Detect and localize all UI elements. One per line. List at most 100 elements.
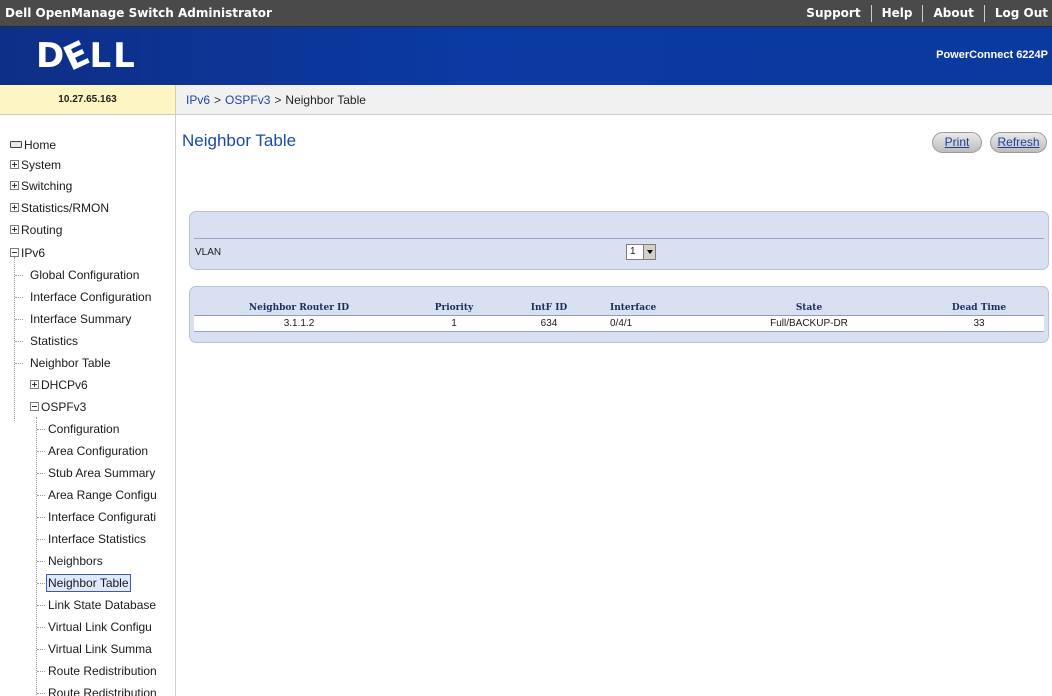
sidebar-item-neighbors[interactable]: Neighbors — [48, 551, 103, 571]
tree-line — [37, 517, 45, 518]
cell-priority: 1 — [404, 315, 504, 332]
tree-line — [37, 473, 45, 474]
sidebar-item-ipv6[interactable]: IPv6 — [10, 243, 45, 263]
sidebar-item-neighbor-table[interactable]: Neighbor Table — [30, 353, 111, 373]
sidebar-item-home[interactable]: Home — [10, 135, 56, 155]
top-links: Support Help About Log Out — [796, 0, 1052, 26]
sidebar-item-interface-configuration[interactable]: Interface Configuration — [30, 287, 151, 307]
collapse-icon[interactable] — [10, 248, 19, 258]
cell-neighbor-router-id: 3.1.1.2 — [194, 315, 404, 332]
sidebar-item-route-redistribution-summary[interactable]: Route Redistribution — [48, 683, 157, 696]
sidebar-item-label: Interface Statistics — [48, 532, 147, 546]
tree-line — [15, 319, 23, 320]
tree-line — [15, 275, 23, 276]
sidebar-item-dhcpv6[interactable]: DHCPv6 — [30, 375, 88, 395]
sidebar-item-interface-summary[interactable]: Interface Summary — [30, 309, 131, 329]
sidebar-item-label: Area Range Configu — [48, 488, 157, 502]
sidebar-item-label: Stub Area Summary — [48, 466, 156, 480]
sidebar-item-virtual-link-summary[interactable]: Virtual Link Summa — [48, 639, 152, 659]
print-button[interactable]: Print — [932, 132, 982, 153]
table-header-row: Neighbor Router ID Priority IntF ID Inte… — [194, 301, 1044, 316]
neighbor-table: Neighbor Router ID Priority IntF ID Inte… — [194, 301, 1044, 332]
sidebar-item-label: Neighbor Table — [46, 574, 131, 592]
sidebar-item-label: Interface Summary — [30, 312, 132, 326]
col-interface: Interface — [594, 301, 704, 316]
sidebar-item-statistics[interactable]: Statistics — [30, 331, 78, 351]
sidebar-item-label: Neighbors — [48, 554, 103, 568]
cell-dead-time: 33 — [914, 315, 1044, 332]
tree-line — [37, 649, 45, 650]
sidebar-item-label: Route Redistribution — [48, 664, 157, 678]
tree-line — [37, 495, 45, 496]
vlan-select[interactable]: 1 — [626, 244, 656, 260]
sidebar-item-label: Home — [24, 138, 57, 152]
sidebar-item-label: Neighbor Table — [30, 356, 111, 370]
sidebar-item-ospf-interface-configuration[interactable]: Interface Configurati — [48, 507, 156, 527]
divider — [194, 238, 1044, 239]
sidebar-item-label: Switching — [21, 179, 73, 193]
about-link[interactable]: About — [922, 4, 983, 22]
sidebar-item-switching[interactable]: Switching — [10, 176, 72, 196]
model-name: PowerConnect 6224P — [936, 49, 1048, 61]
dell-logo: D E LL — [36, 32, 137, 80]
sidebar-item-label: Interface Configurati — [48, 510, 157, 524]
ip-address: 10.27.65.163 — [0, 85, 176, 115]
sidebar-item-global-configuration[interactable]: Global Configuration — [30, 265, 139, 285]
expand-icon[interactable] — [10, 225, 19, 235]
refresh-button[interactable]: Refresh — [990, 132, 1047, 153]
tree-line — [37, 561, 45, 562]
dropdown-arrow-icon[interactable] — [643, 245, 655, 259]
top-bar: Dell OpenManage Switch Administrator Sup… — [0, 0, 1052, 27]
sidebar-item-virtual-link-configuration[interactable]: Virtual Link Configu — [48, 617, 152, 637]
sidebar-item-statistics-rmon[interactable]: Statistics/RMON — [10, 198, 109, 218]
collapse-icon[interactable] — [30, 402, 39, 412]
sidebar-item-label: Area Configuration — [48, 444, 149, 458]
sidebar-item-label: DHCPv6 — [41, 378, 88, 392]
breadcrumb-ospfv3[interactable]: OSPFv3 — [225, 93, 270, 107]
sidebar-item-ospf-configuration[interactable]: Configuration — [48, 419, 119, 439]
col-priority: Priority — [404, 301, 504, 316]
sidebar-item-label: Interface Configuration — [30, 290, 152, 304]
sidebar-item-system[interactable]: System — [10, 155, 61, 175]
table-row: 3.1.1.2 1 634 0/4/1 Full/BACKUP-DR 33 — [194, 315, 1044, 332]
sidebar-item-label: OSPFv3 — [41, 400, 87, 414]
col-neighbor-router-id: Neighbor Router ID — [194, 301, 404, 316]
sidebar-item-label: Statistics — [30, 334, 79, 348]
tree-line — [36, 417, 37, 696]
breadcrumb: IPv6 > OSPFv3 > Neighbor Table — [176, 85, 1052, 115]
sidebar-item-area-range-configuration[interactable]: Area Range Configu — [48, 485, 157, 505]
expand-icon[interactable] — [10, 203, 19, 213]
sidebar-item-link-state-database[interactable]: Link State Database — [48, 595, 156, 615]
sidebar-item-label: Route Redistribution — [48, 686, 157, 696]
sidebar-item-label: IPv6 — [21, 246, 46, 260]
support-link[interactable]: Support — [796, 5, 870, 22]
sidebar-item-label: Statistics/RMON — [21, 201, 110, 215]
sidebar-item-route-redistribution[interactable]: Route Redistribution — [48, 661, 157, 681]
sidebar-item-stub-area-summary[interactable]: Stub Area Summary — [48, 463, 155, 483]
cell-intf-id: 634 — [504, 315, 594, 332]
sidebar-item-interface-statistics[interactable]: Interface Statistics — [48, 529, 146, 549]
breadcrumb-separator: > — [214, 92, 222, 107]
sidebar-item-ospf-neighbor-table[interactable]: Neighbor Table — [46, 573, 131, 593]
neighbor-table-panel: Neighbor Router ID Priority IntF ID Inte… — [189, 286, 1049, 343]
sidebar-item-label: Configuration — [48, 422, 120, 436]
help-link[interactable]: Help — [870, 4, 923, 22]
tree-line — [15, 341, 23, 342]
expand-icon[interactable] — [10, 181, 19, 191]
sidebar-item-routing[interactable]: Routing — [10, 220, 62, 240]
tree-line — [37, 693, 45, 694]
expand-icon[interactable] — [10, 160, 19, 170]
breadcrumb-current: Neighbor Table — [285, 92, 366, 107]
sidebar-item-area-configuration[interactable]: Area Configuration — [48, 441, 148, 461]
tree-line — [37, 671, 45, 672]
breadcrumb-ipv6[interactable]: IPv6 — [186, 93, 210, 107]
sidebar-item-ospfv3[interactable]: OSPFv3 — [30, 397, 86, 417]
logout-link[interactable]: Log Out — [983, 4, 1052, 22]
col-dead-time: Dead Time — [914, 301, 1044, 316]
sidebar-item-label: System — [21, 158, 62, 172]
sidebar-item-label: Virtual Link Summa — [48, 642, 152, 656]
expand-icon[interactable] — [30, 380, 39, 390]
tree-line — [37, 627, 45, 628]
home-icon — [10, 141, 22, 149]
tree-line — [37, 583, 45, 584]
